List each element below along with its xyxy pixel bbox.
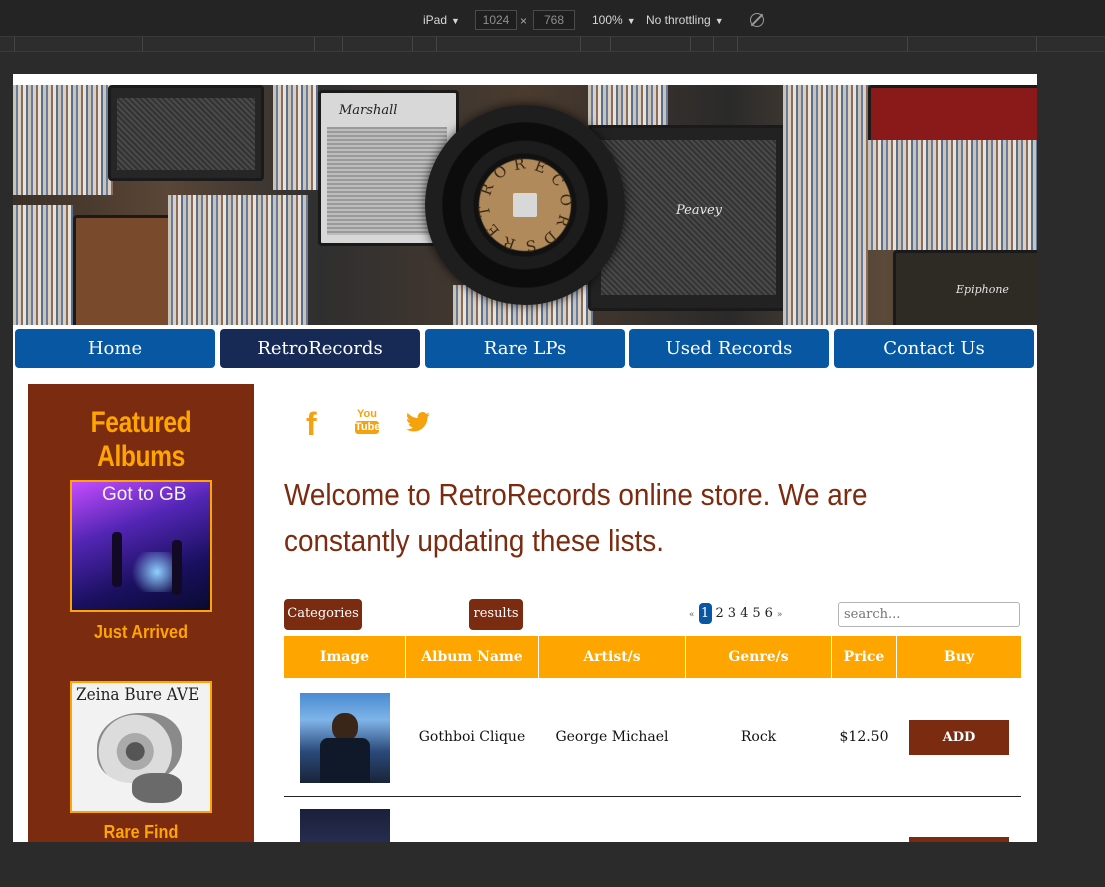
album-caption[interactable]: Just Arrived [39,622,242,643]
column-header-buy: Buy [943,649,975,665]
pagination-prev[interactable]: « [689,610,695,620]
page-link[interactable]: 4 [740,606,748,621]
add-to-cart-button[interactable]: ADD [909,720,1009,755]
throttling-select[interactable]: No throttling ▼ [646,13,724,27]
welcome-heading: Welcome to RetroRecords online store. We… [284,477,868,558]
zoom-label: 100% [592,13,623,27]
album-caption[interactable]: Rare Find [39,822,242,842]
header-banner: Marshall Peavey Epiphone R E C O R D S R… [13,85,1037,325]
column-header-album: Album Name [406,636,539,678]
price-cell: $12.50 [839,729,889,745]
column-header-image: Image [284,636,406,678]
youtube-icon[interactable]: You Tube [355,408,381,434]
device-select[interactable]: iPad ▼ [423,13,460,27]
results-button[interactable]: results [469,599,523,630]
table-row: Gothboi Clique George Michael Rock $12.5… [284,678,1021,796]
device-label: iPad [423,13,448,27]
featured-album-cover[interactable]: Zeina Bure AVE [70,681,212,813]
page-viewport: Marshall Peavey Epiphone R E C O R D S R… [13,74,1037,842]
page-link[interactable]: 3 [728,606,736,621]
nav-rare-lps[interactable]: Rare LPs [425,329,625,368]
nav-used-records[interactable]: Used Records [629,329,829,368]
dropdown-caret-icon: ▼ [626,16,636,26]
page-link[interactable]: 5 [752,606,760,621]
rotate-icon[interactable] [750,13,764,27]
artist-cell: George Michael [555,729,669,745]
twitter-icon[interactable] [405,412,431,432]
column-header-artist: Artist/s [539,636,686,678]
album-cover-image[interactable] [300,693,390,783]
page-link-current[interactable]: 1 [698,603,712,624]
viewport-width-input[interactable]: 1024 [475,10,517,30]
featured-albums-sidebar: Featured Albums Got to GB Just Arrived Z… [28,384,254,842]
throttling-label: No throttling [646,13,711,27]
pagination-next[interactable]: » [777,610,783,620]
dropdown-caret-icon: ▼ [714,16,724,26]
dimension-separator: × [520,14,528,28]
table-header: Image Album Name Artist/s Genre/s Price … [284,636,1021,678]
retro-records-logo: R E C O R D S R E T R O [425,105,625,305]
categories-button[interactable]: Categories [284,599,362,630]
zoom-select[interactable]: 100% ▼ [592,13,636,27]
media-query-ruler [0,37,1105,52]
viewport-height-input[interactable]: 768 [533,10,575,30]
add-to-cart-button[interactable] [909,837,1009,842]
search-input[interactable] [838,602,1020,627]
main-nav: Home RetroRecords Rare LPs Used Records … [15,329,1035,369]
album-cover-text: Zeina Bure AVE [76,685,200,705]
column-header-price: Price [832,636,897,678]
page-link[interactable]: 6 [765,606,773,621]
album-name-cell: Gothboi Clique [418,729,526,745]
youtube-text: You [357,408,377,420]
genre-cell: Rock [740,729,777,745]
youtube-text: Tube [355,421,381,434]
page-link[interactable]: 2 [716,606,724,621]
nav-retrorecords[interactable]: RetroRecords [220,329,420,368]
dropdown-caret-icon: ▼ [451,16,460,26]
sidebar-title: Featured Albums [90,406,192,473]
album-cover-image[interactable] [300,809,390,842]
featured-album-cover[interactable]: Got to GB [70,480,212,612]
column-header-genre: Genre/s [686,636,832,678]
nav-contact-us[interactable]: Contact Us [834,329,1034,368]
album-cover-text: Got to GB [102,484,187,505]
nav-home[interactable]: Home [15,329,215,368]
table-row [284,797,1021,842]
devtools-toolbar: iPad ▼ 1024 × 768 100% ▼ No throttling ▼ [0,0,1105,37]
pagination: «1 2 3 4 5 6 » [689,603,786,624]
facebook-icon[interactable]: f [306,406,317,443]
